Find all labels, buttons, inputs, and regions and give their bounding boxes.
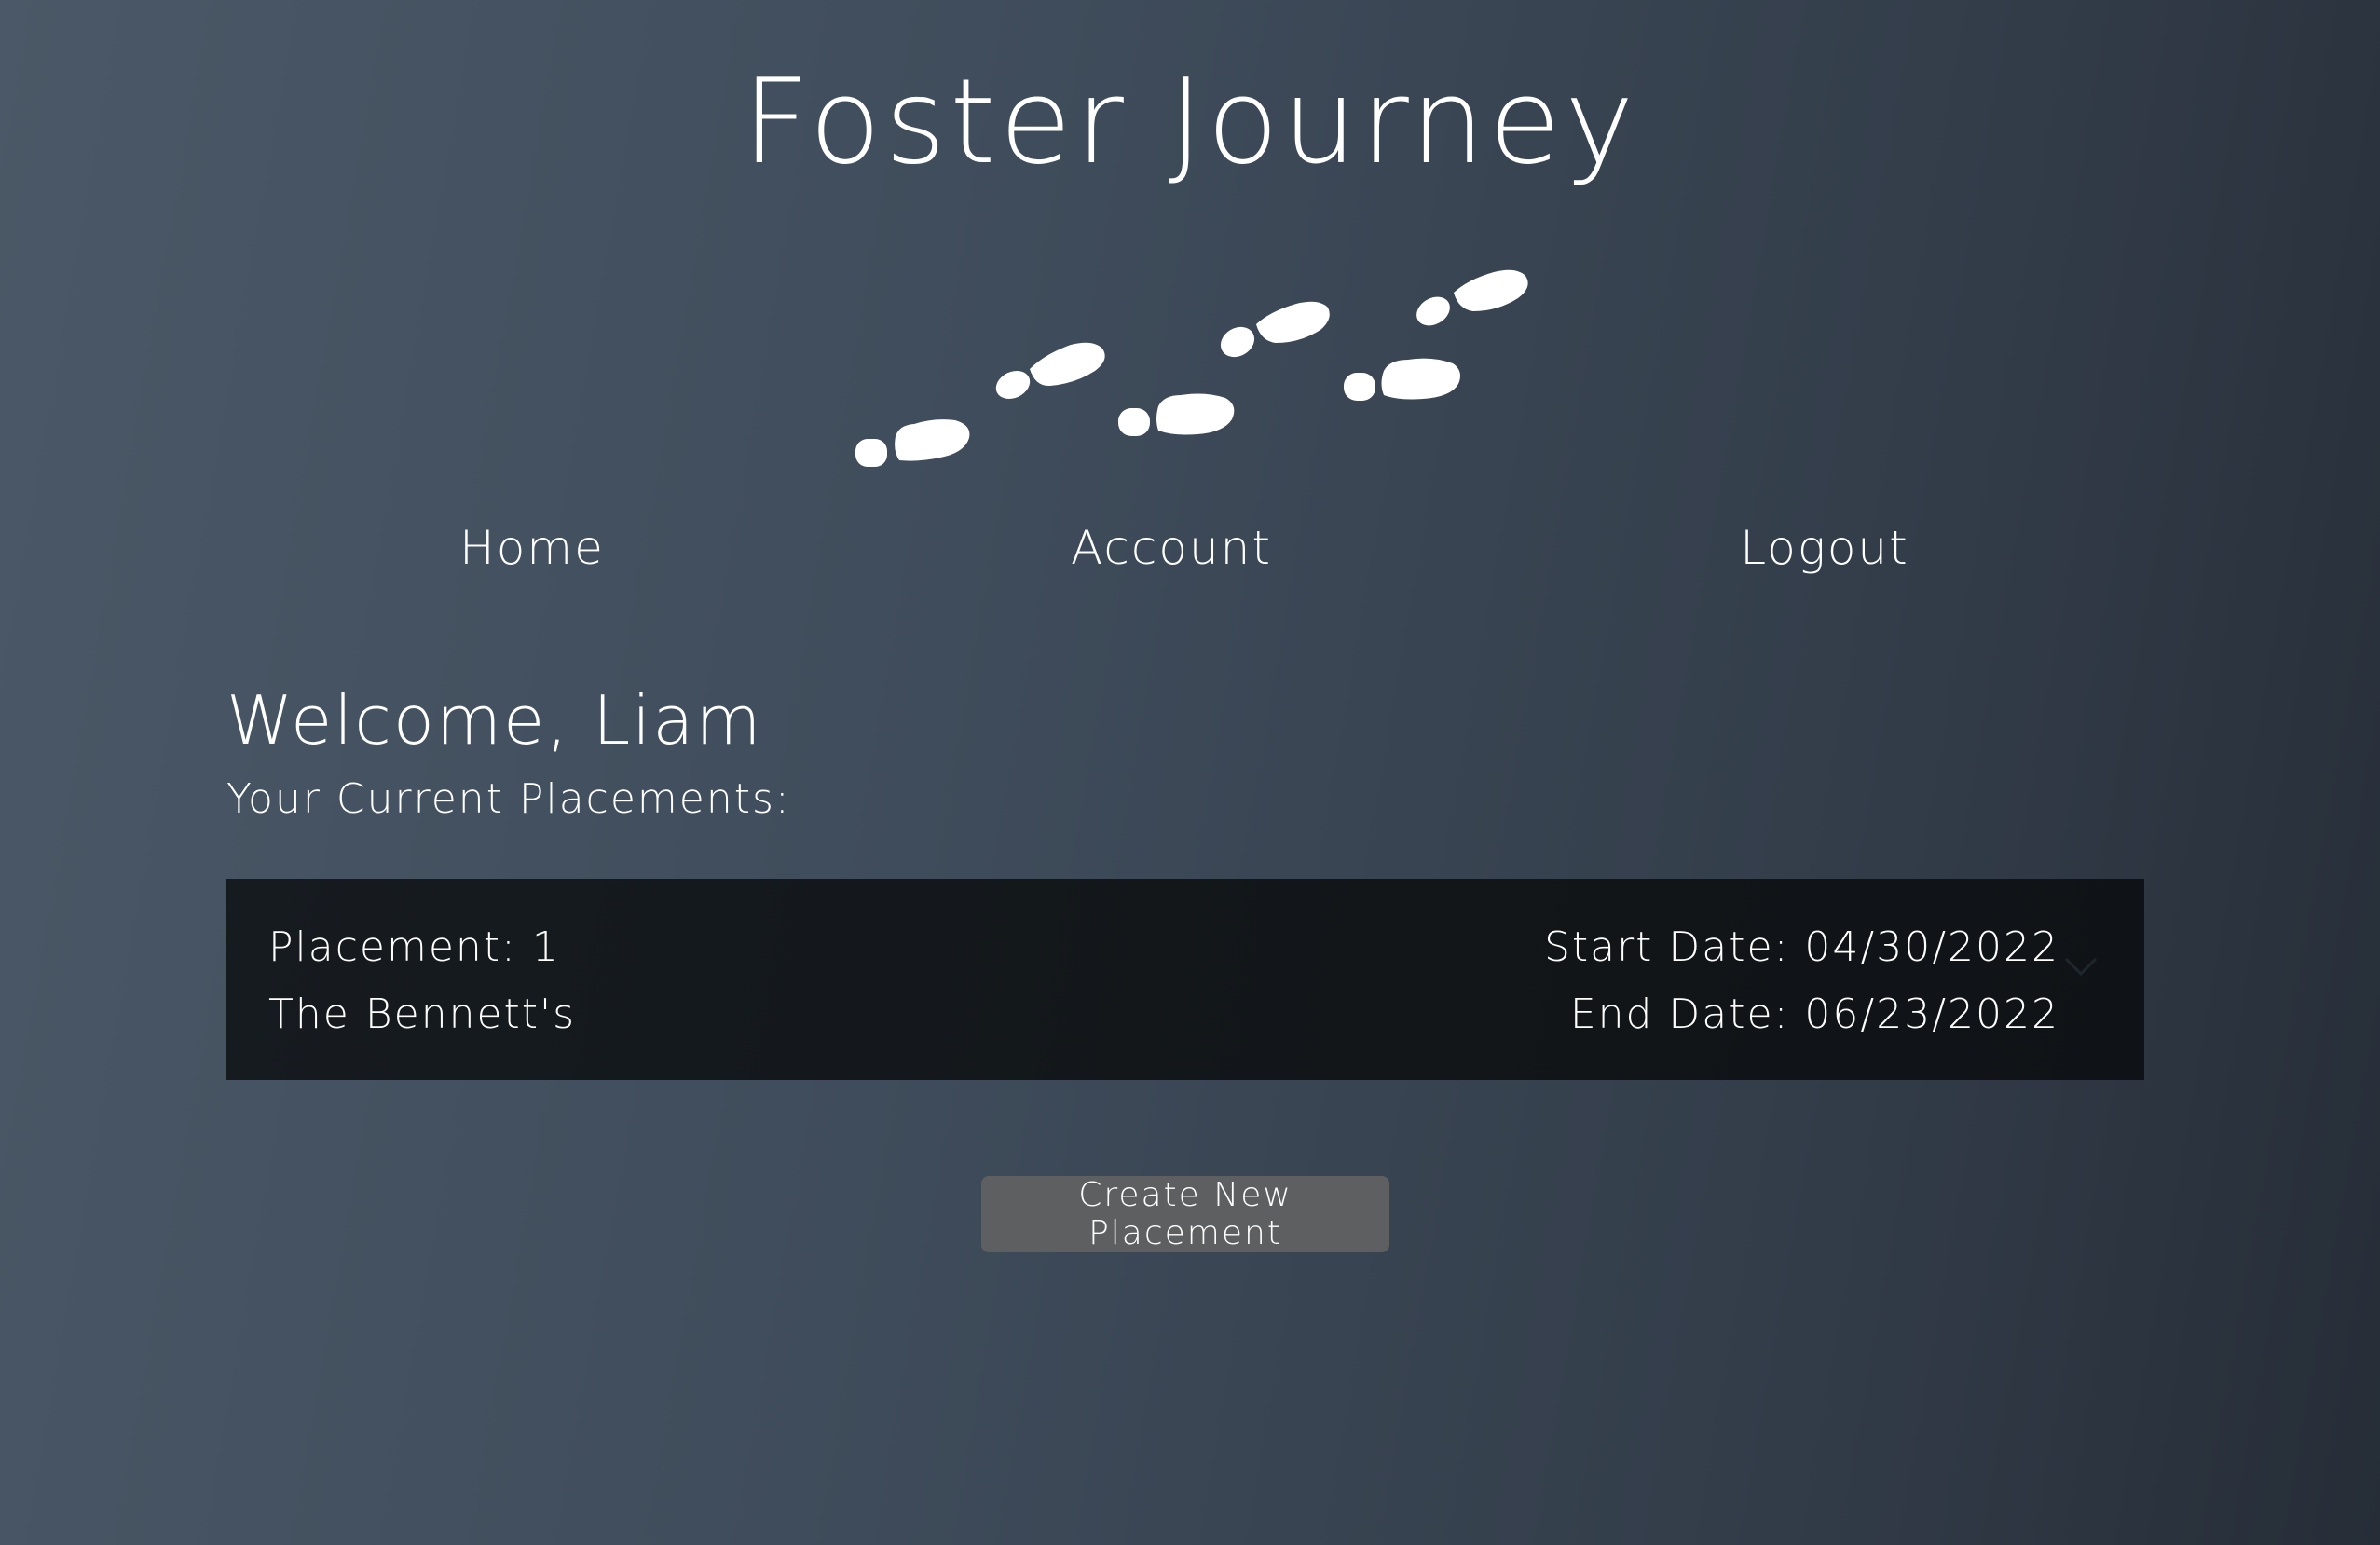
sole-4-icon [1256,301,1330,343]
heel-3-icon [1118,408,1150,436]
create-placement-button[interactable]: Create New Placement [981,1176,1389,1252]
placement-family: The Bennett's [268,991,577,1038]
nav-home-link[interactable]: Home [459,511,605,585]
placement-number: Placement: 1 [268,923,560,971]
placements-subtitle: Your Current Placements: [226,775,791,823]
sole-6-icon [1454,269,1528,311]
heel-5-icon [1344,373,1375,401]
sole-3-icon [1156,393,1235,435]
sole-1-icon [895,419,970,461]
welcome-heading: Welcome, Liam [226,681,763,759]
app-title: Foster Journey [742,53,1638,190]
nav-logout-link[interactable]: Logout [1740,511,1908,585]
placement-end-date: End Date: 06/23/2022 [1569,991,2059,1038]
placement-card[interactable]: Placement: 1 The Bennett's Start Date: 0… [226,879,2144,1080]
sole-2-icon [1030,342,1105,387]
heel-6-icon [1416,296,1450,326]
heel-1-icon [855,439,887,467]
sole-5-icon [1381,358,1460,400]
nav-account-link[interactable]: Account [1071,511,1272,585]
heel-4-icon [1220,326,1255,358]
heel-2-icon [995,370,1031,400]
footprints-icon [855,269,1528,467]
placement-start-date: Start Date: 04/30/2022 [1543,923,2059,971]
chevron-down-icon[interactable] [2062,955,2100,978]
main-nav: Home Account Logout [0,511,2380,585]
